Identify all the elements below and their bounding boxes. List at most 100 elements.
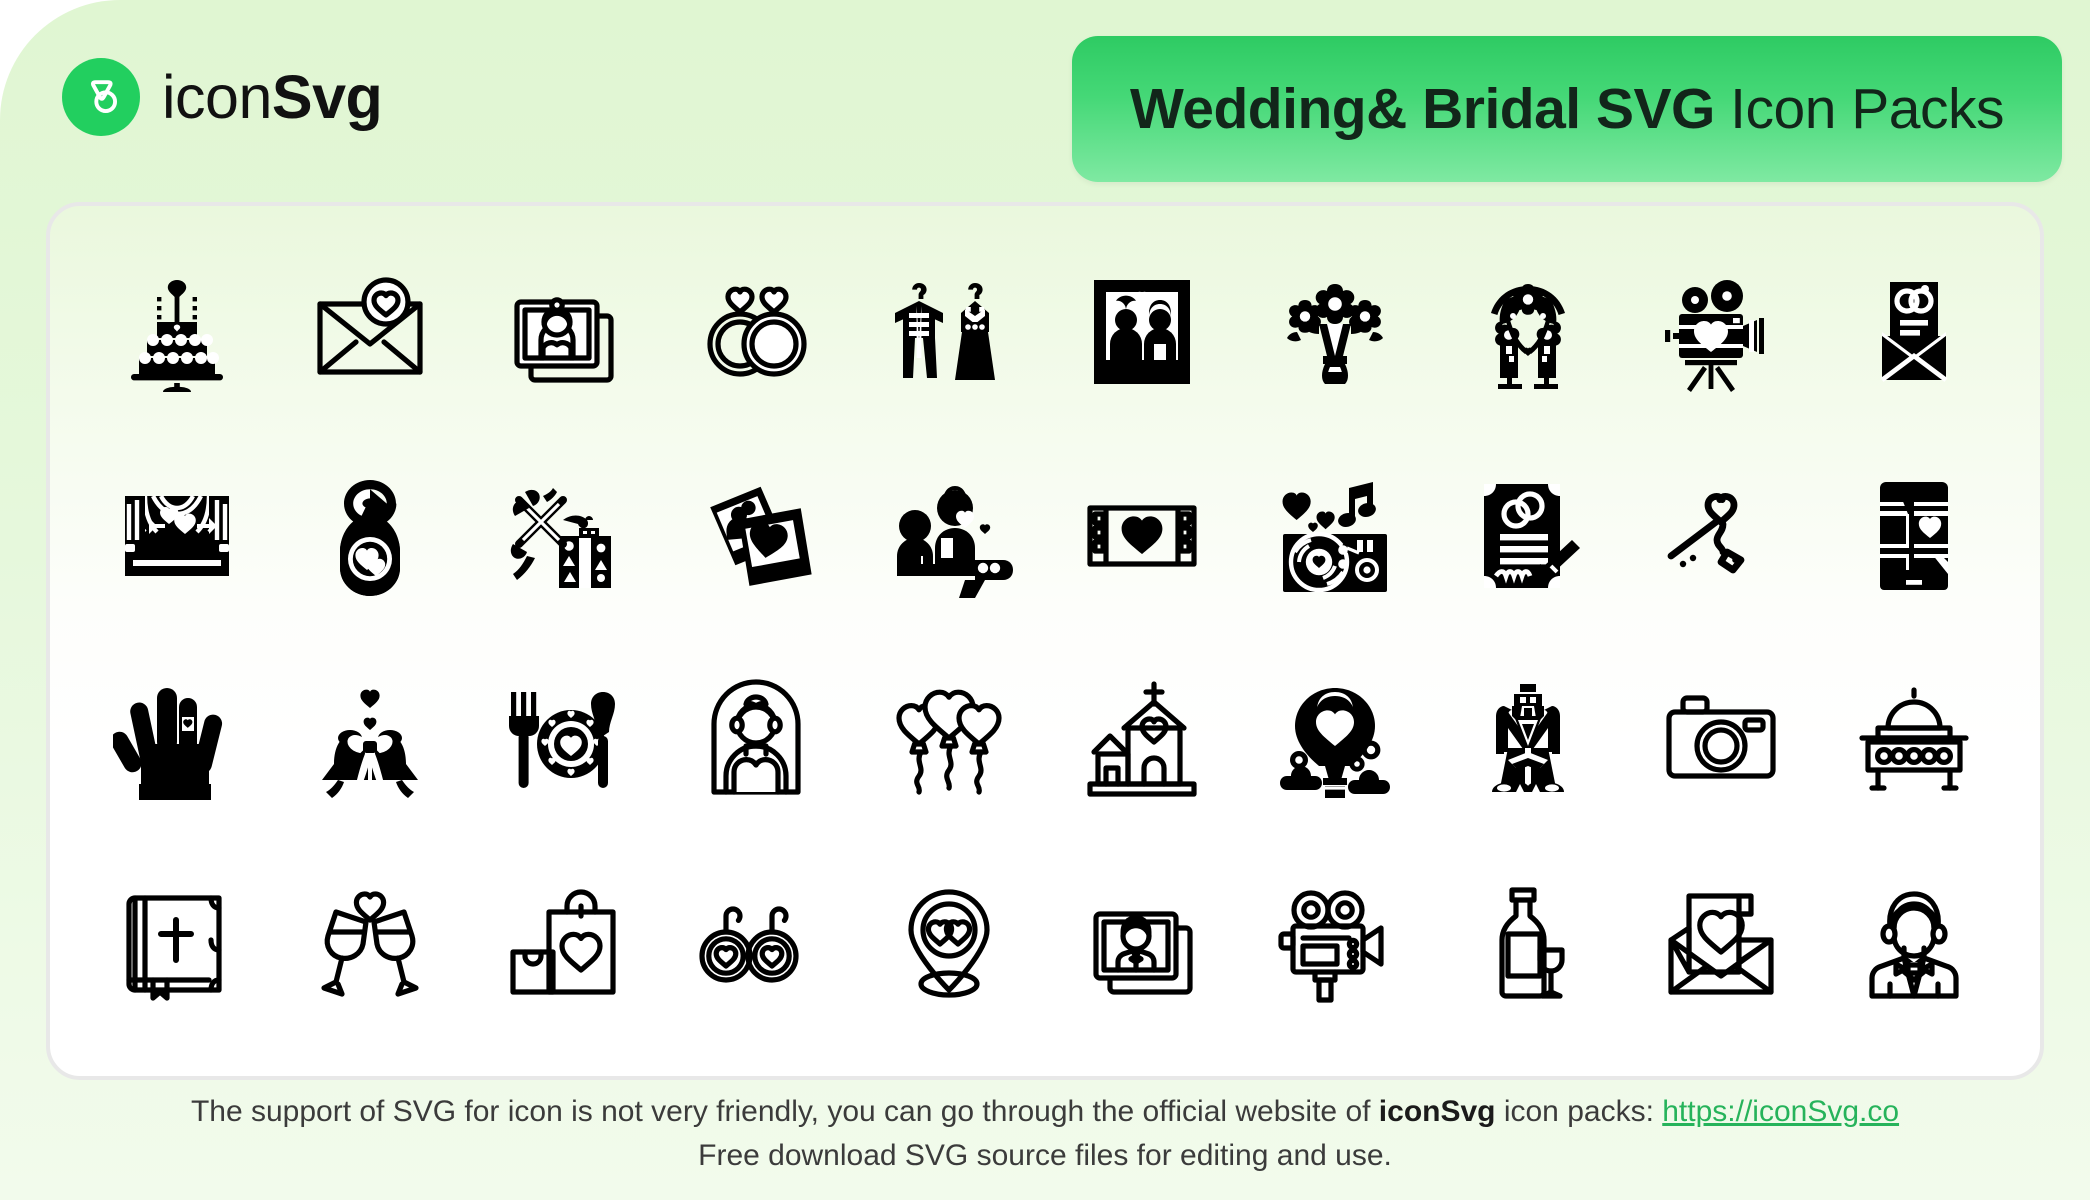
icon-cell-invitation-card-envelope-icon[interactable] (1817, 230, 2010, 434)
hot-air-balloon-heart-icon (1279, 688, 1390, 798)
wedding-dinner-setting-icon (508, 692, 615, 788)
wedding-rings-icon (706, 286, 807, 377)
icon-cell-couple-photo-frame-icon[interactable] (1045, 230, 1238, 434)
invitation-card-envelope-icon (1880, 282, 1947, 382)
footer-line-2: Free download SVG source files for editi… (698, 1138, 1392, 1172)
icon-cell-love-letter-envelope-icon[interactable] (273, 230, 466, 434)
icon-cell-wedding-gift-box-icon[interactable] (466, 434, 659, 638)
title-banner: Wedding& Bridal SVG Icon Packs (1072, 36, 2062, 182)
page-title: Wedding& Bridal SVG Icon Packs (1130, 80, 2004, 138)
icon-cell-wedding-dj-turntable-icon[interactable] (1238, 434, 1431, 638)
icon-cell-wedding-app-phone-icon[interactable] (1817, 434, 2010, 638)
groom-suit-icon (1491, 684, 1564, 792)
icon-cell-marriage-proposal-icon[interactable] (852, 434, 1045, 638)
champagne-toast-heart-icon (320, 891, 419, 997)
icon-cell-wedding-cake-icon[interactable] (80, 230, 273, 434)
movie-camera-icon (1277, 890, 1384, 1003)
polaroid-photos-icon (709, 486, 812, 586)
marriage-certificate-icon (1483, 484, 1580, 588)
bride-photo-frame-icon (513, 297, 614, 383)
wedding-app-phone-icon (1879, 482, 1948, 590)
groom-photo-frame-icon (1092, 911, 1193, 995)
marriage-proposal-icon (896, 486, 1013, 598)
icon-cell-bride-photo-frame-icon[interactable] (466, 230, 659, 434)
wedding-location-pin-icon (907, 889, 990, 998)
icon-cell-polaroid-photos-icon[interactable] (659, 434, 852, 638)
icon-cell-wedding-church-icon[interactable] (1045, 638, 1238, 842)
icon-cell-marriage-certificate-icon[interactable] (1431, 434, 1624, 638)
icon-cell-wedding-photo-camera-icon[interactable] (1624, 638, 1817, 842)
bride-veil-icon (710, 679, 801, 795)
icon-grid (50, 206, 2040, 1076)
brand-name-light: icon (162, 62, 272, 131)
icon-cell-film-strip-heart-icon[interactable] (1045, 434, 1238, 638)
brand-name-bold: Svg (271, 62, 383, 131)
catering-buffet-table-icon (1858, 687, 1969, 791)
footer-text-part1: The support of SVG for icon is not very … (190, 1095, 1379, 1128)
footer-text-part2: icon packs: (1495, 1095, 1663, 1128)
icon-cell-groom-avatar-icon[interactable] (1817, 842, 2010, 1046)
film-strip-heart-icon (1086, 505, 1197, 567)
brand-logo[interactable]: iconSvg (62, 58, 383, 136)
flower-bouquet-icon (1286, 284, 1383, 384)
page-footer: The support of SVG for icon is not very … (0, 1090, 2090, 1177)
wedding-arch-icon (1490, 284, 1565, 389)
page-root: iconSvg Wedding& Bridal SVG Icon Packs T… (0, 0, 2090, 1200)
suit-and-dress-hanger-icon (894, 283, 995, 380)
wedding-bells-bow-icon (321, 689, 418, 798)
icon-cell-holy-bible-icon[interactable] (80, 842, 273, 1046)
brand-name: iconSvg (162, 66, 383, 128)
holy-bible-icon (125, 895, 222, 1001)
wedding-photo-camera-icon (1665, 695, 1776, 779)
icon-cell-heart-earrings-icon[interactable] (659, 842, 852, 1046)
icon-cell-door-hanger-heart-icon[interactable] (273, 434, 466, 638)
icon-cell-wedding-stage-curtain-icon[interactable] (80, 434, 273, 638)
icon-cell-groom-suit-icon[interactable] (1431, 638, 1624, 842)
wedding-cake-icon (130, 280, 223, 392)
icon-cell-catering-buffet-table-icon[interactable] (1817, 638, 2010, 842)
page-header: iconSvg Wedding& Bridal SVG Icon Packs (0, 0, 2090, 196)
icon-cell-wedding-shopping-bags-icon[interactable] (466, 842, 659, 1046)
icon-cell-suit-and-dress-hanger-icon[interactable] (852, 230, 1045, 434)
icon-pack-card (46, 202, 2044, 1080)
wedding-shopping-bags-icon (509, 889, 616, 995)
icon-cell-wedding-arch-icon[interactable] (1431, 230, 1624, 434)
footer-website-link[interactable]: https://iconSvg.co (1662, 1095, 1899, 1128)
wedding-stage-curtain-icon (124, 494, 229, 576)
icon-cell-wedding-dinner-setting-icon[interactable] (466, 638, 659, 842)
love-letter-card-icon (1667, 893, 1774, 995)
icon-cell-wine-bottle-glass-icon[interactable] (1431, 842, 1624, 1046)
wine-bottle-glass-icon (1498, 887, 1565, 999)
door-hanger-heart-icon (339, 480, 400, 596)
icon-cell-wedding-bells-bow-icon[interactable] (273, 638, 466, 842)
love-letter-envelope-icon (316, 277, 423, 375)
icon-cell-hot-air-balloon-heart-icon[interactable] (1238, 638, 1431, 842)
groom-avatar-icon (1868, 891, 1959, 999)
icon-cell-heart-balloons-icon[interactable] (852, 638, 1045, 842)
iconsvg-logo-icon (62, 58, 140, 136)
wedding-dj-turntable-icon (1282, 482, 1387, 593)
icon-cell-champagne-toast-heart-icon[interactable] (273, 842, 466, 1046)
icon-cell-heart-key-tag-icon[interactable] (1624, 434, 1817, 638)
footer-line-1: The support of SVG for icon is not very … (0, 1090, 2090, 1134)
footer-brand-name: iconSvg (1378, 1095, 1496, 1128)
icon-cell-wedding-rings-icon[interactable] (659, 230, 852, 434)
hand-with-ring-icon (112, 688, 222, 800)
icon-cell-bride-veil-icon[interactable] (659, 638, 852, 842)
heart-balloons-icon (895, 689, 1002, 795)
icon-cell-hand-with-ring-icon[interactable] (80, 638, 273, 842)
couple-photo-frame-icon (1093, 280, 1190, 384)
icon-cell-love-letter-card-icon[interactable] (1624, 842, 1817, 1046)
heart-earrings-icon (698, 906, 799, 983)
wedding-video-camera-icon (1664, 280, 1764, 392)
heart-key-tag-icon (1667, 493, 1744, 574)
page-title-bold: Wedding& Bridal SVG (1130, 76, 1715, 141)
icon-cell-groom-photo-frame-icon[interactable] (1045, 842, 1238, 1046)
wedding-gift-box-icon (510, 488, 611, 588)
icon-cell-wedding-video-camera-icon[interactable] (1624, 230, 1817, 434)
icon-cell-movie-camera-icon[interactable] (1238, 842, 1431, 1046)
icon-cell-flower-bouquet-icon[interactable] (1238, 230, 1431, 434)
wedding-church-icon (1086, 681, 1197, 797)
page-title-light: Icon Packs (1714, 76, 2004, 141)
icon-cell-wedding-location-pin-icon[interactable] (852, 842, 1045, 1046)
